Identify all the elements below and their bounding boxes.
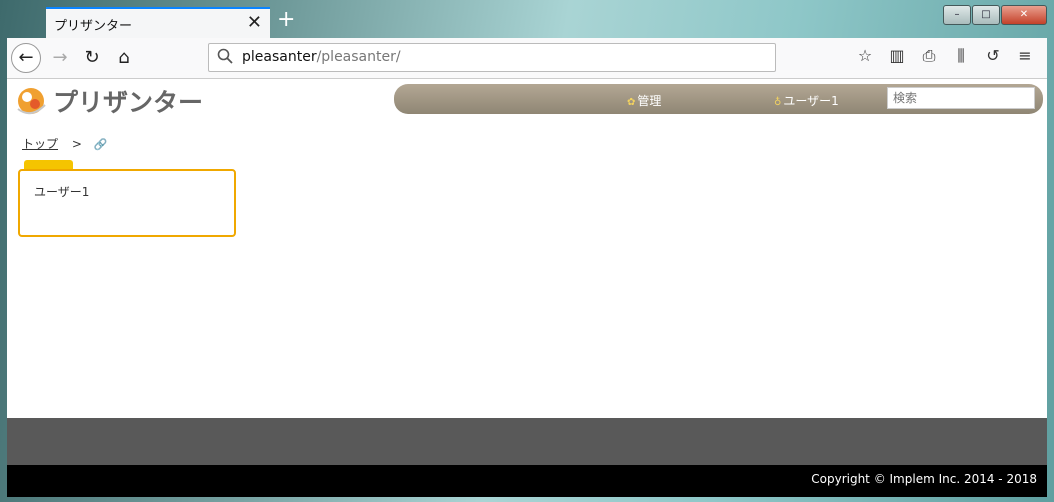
- back-button[interactable]: ←: [11, 43, 41, 73]
- minimize-button[interactable]: –: [943, 5, 971, 25]
- search-input[interactable]: [887, 87, 1035, 109]
- breadcrumb-top-link[interactable]: トップ: [22, 137, 58, 151]
- gear-icon: ✿: [627, 97, 636, 108]
- url-text: pleasanter/pleasanter/: [242, 49, 401, 65]
- breadcrumb-separator: >: [71, 137, 82, 151]
- reload-button[interactable]: ↻: [77, 43, 107, 73]
- bookmark-star-icon[interactable]: ☆: [849, 46, 881, 66]
- browser-tab[interactable]: プリザンター ✕: [46, 7, 270, 38]
- reload-icon: ↻: [84, 47, 100, 68]
- top-navigation: ✿ 管理 ♁ ユーザー1: [394, 84, 1043, 114]
- footer-band: [7, 418, 1047, 465]
- nav-admin-menu[interactable]: ✿ 管理: [627, 92, 661, 109]
- close-tab-icon[interactable]: ✕: [247, 12, 262, 33]
- arrow-left-icon: ←: [18, 47, 34, 68]
- history-icon[interactable]: ↺: [977, 46, 1009, 66]
- app-logo[interactable]: プリザンター: [15, 83, 203, 119]
- tab-title: プリザンター: [54, 19, 133, 34]
- toolbar-icons: ☆ ▥ ⎙ ⫼ ↺ ≡: [849, 46, 1041, 66]
- site-card[interactable]: ユーザー1: [18, 169, 236, 237]
- footer: Copyright © Implem Inc. 2014 - 2018: [7, 465, 1047, 497]
- close-window-button[interactable]: ✕: [1001, 5, 1047, 25]
- browser-window: プリザンター ✕ + – □ ✕ ← → ↻ ⌂ pleasanter/plea…: [0, 0, 1054, 502]
- home-icon: ⌂: [118, 47, 130, 68]
- menu-icon[interactable]: ≡: [1009, 46, 1041, 66]
- page-content: プリザンター ✿管理 ♁ユーザー1 トップ > 🔗 ユーザー1 Copyrigh…: [7, 79, 1047, 497]
- window-controls: – □ ✕: [942, 5, 1047, 25]
- link-icon[interactable]: 🔗: [94, 138, 108, 151]
- maximize-button[interactable]: □: [972, 5, 1000, 25]
- print-icon[interactable]: ⎙: [913, 46, 945, 66]
- url-path: /pleasanter/: [316, 49, 401, 65]
- nav-admin-label: 管理: [637, 94, 662, 108]
- forward-button[interactable]: →: [45, 43, 75, 73]
- copyright-text: Copyright © Implem Inc. 2014 - 2018: [811, 472, 1037, 486]
- library-icon[interactable]: ⫼: [945, 46, 977, 66]
- url-bar[interactable]: pleasanter/pleasanter/: [208, 43, 776, 72]
- home-button[interactable]: ⌂: [109, 43, 139, 73]
- reader-view-icon[interactable]: ▥: [881, 46, 913, 66]
- user-icon: ♁: [774, 97, 782, 108]
- search-icon: [217, 48, 233, 68]
- arrow-right-icon: →: [52, 47, 68, 68]
- nav-user-label: ユーザー1: [783, 94, 839, 108]
- url-host: pleasanter: [242, 49, 317, 65]
- new-tab-button[interactable]: +: [277, 6, 295, 34]
- breadcrumb: トップ > 🔗: [22, 135, 107, 152]
- logo-mark-icon: [15, 85, 47, 117]
- logo-text: プリザンター: [53, 88, 204, 117]
- browser-toolbar: ← → ↻ ⌂ pleasanter/pleasanter/ ☆ ▥ ⎙ ⫼ ↺…: [7, 38, 1047, 79]
- tab-strip: プリザンター ✕ + – □ ✕: [7, 5, 1047, 38]
- folder-tab: [24, 160, 73, 169]
- site-card-title: ユーザー1: [34, 185, 90, 199]
- nav-user-menu[interactable]: ♁ ユーザー1: [774, 92, 839, 109]
